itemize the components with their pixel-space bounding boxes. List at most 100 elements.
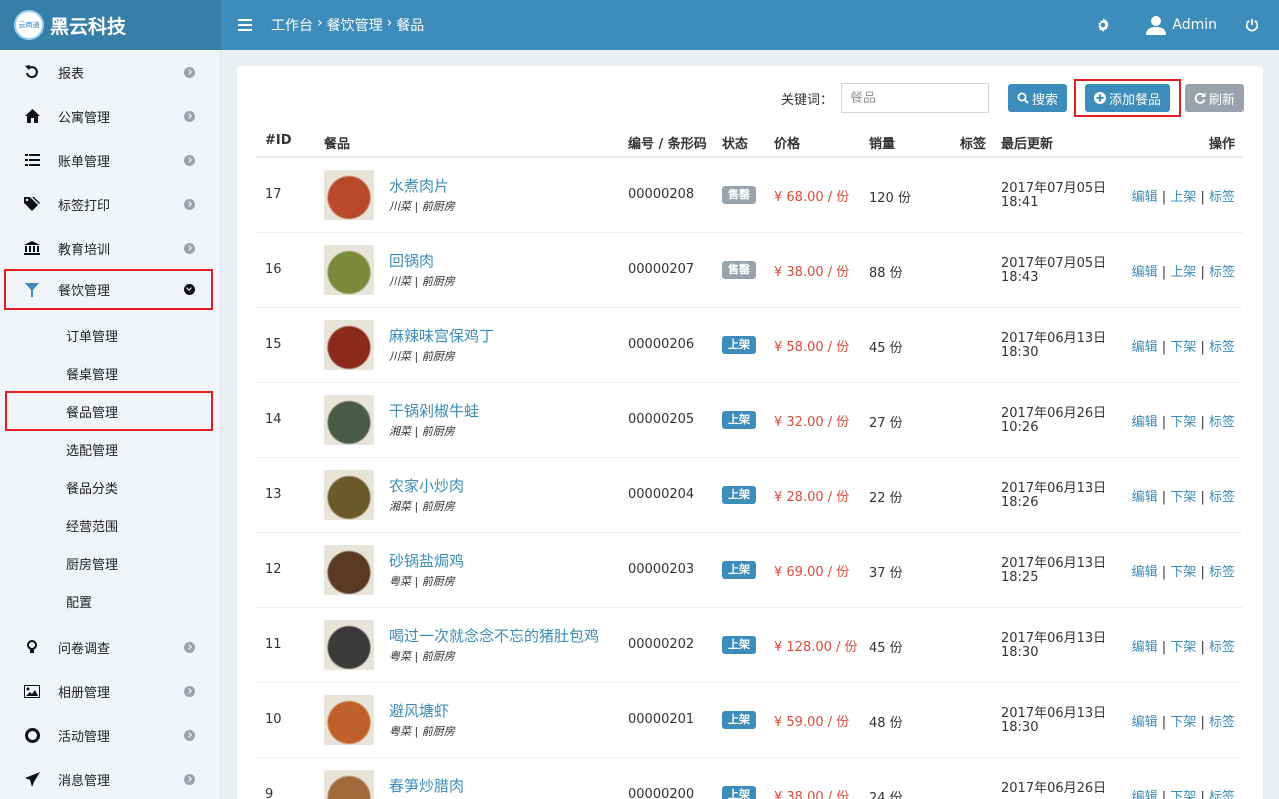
- sidebar-item-label: 相册管理: [58, 685, 111, 701]
- refresh-button[interactable]: 刷新: [1184, 84, 1244, 112]
- sidebar-item-education[interactable]: 教育培训: [0, 226, 221, 270]
- dish-thumbnail[interactable]: [324, 545, 374, 595]
- tag-link[interactable]: 标签: [1209, 190, 1235, 205]
- edit-link[interactable]: 编辑: [1132, 340, 1158, 355]
- dish-thumbnail[interactable]: [324, 620, 374, 670]
- user-menu[interactable]: Admin: [1146, 15, 1217, 35]
- shelf-toggle-link[interactable]: 下架: [1170, 415, 1196, 430]
- table-row: 12 砂锅盐焗鸡 粤菜 | 前厨房 00000203 上架 ¥ 69.00 / 份 37 份…: [256, 533, 1243, 608]
- dish-name-link[interactable]: 避风塘虾: [389, 700, 449, 721]
- shelf-toggle-link[interactable]: 上架: [1170, 190, 1196, 205]
- shelf-toggle-link[interactable]: 下架: [1170, 340, 1196, 355]
- dish-name-link[interactable]: 水煮肉片: [389, 175, 449, 196]
- sidebar-item-reports[interactable]: 报表: [0, 50, 221, 94]
- dish-sales: 24 份: [869, 791, 903, 799]
- dish-price: ¥ 32.00 / 份: [774, 415, 850, 430]
- shelf-toggle-link[interactable]: 下架: [1170, 640, 1196, 655]
- edit-link[interactable]: 编辑: [1132, 190, 1158, 205]
- logo[interactable]: 云商通 黑云科技: [0, 0, 221, 50]
- search-icon: [1017, 92, 1029, 104]
- tag-link[interactable]: 标签: [1209, 790, 1235, 799]
- dish-name-link[interactable]: 回锅肉: [389, 250, 434, 271]
- sidebar-item-events[interactable]: 活动管理: [0, 713, 221, 757]
- dish-name-link[interactable]: 喝过一次就念念不忘的猪肚包鸡: [389, 625, 599, 646]
- dish-name-link[interactable]: 春笋炒腊肉: [389, 775, 464, 796]
- sidebar-item-survey[interactable]: 问卷调查: [0, 625, 221, 669]
- row-actions: 编辑 | 下架 | 标签: [1132, 786, 1235, 799]
- sidebar-subitem-scope[interactable]: 经营范围: [0, 506, 221, 544]
- shelf-toggle-link[interactable]: 下架: [1170, 490, 1196, 505]
- sidebar-item-label: 报表: [58, 66, 85, 82]
- user-icon: [1146, 16, 1167, 35]
- dish-thumbnail[interactable]: [324, 395, 374, 445]
- breadcrumb-item[interactable]: 餐饮管理: [327, 15, 383, 35]
- menu-toggle-icon[interactable]: [238, 19, 252, 31]
- shelf-toggle-link[interactable]: 上架: [1170, 265, 1196, 280]
- search-button[interactable]: 搜索: [1007, 84, 1067, 112]
- updated-time: 18:25: [1001, 570, 1039, 585]
- refresh-icon: [1194, 92, 1206, 104]
- shelf-toggle-link[interactable]: 下架: [1170, 715, 1196, 730]
- updated-date: 2017年07月05日: [1001, 256, 1107, 271]
- dish-sales: 37 份: [869, 566, 903, 581]
- status-badge: 上架: [722, 486, 756, 504]
- add-dish-button[interactable]: 添加餐品: [1084, 84, 1170, 112]
- sidebar-item-album[interactable]: 相册管理: [0, 669, 221, 713]
- edit-link[interactable]: 编辑: [1132, 490, 1158, 505]
- edit-link[interactable]: 编辑: [1132, 265, 1158, 280]
- updated-time: 18:30: [1001, 720, 1039, 735]
- dish-name-link[interactable]: 农家小炒肉: [389, 475, 464, 496]
- tag-link[interactable]: 标签: [1209, 265, 1235, 280]
- sidebar-subitem-options[interactable]: 选配管理: [0, 430, 221, 468]
- sidebar-subitem-config[interactable]: 配置: [0, 582, 221, 620]
- edit-link[interactable]: 编辑: [1132, 415, 1158, 430]
- sidebar-subitem-kitchen[interactable]: 厨房管理: [0, 544, 221, 582]
- chevron-right-icon: [184, 66, 195, 78]
- power-icon[interactable]: [1245, 18, 1259, 32]
- sidebar-item-label-print[interactable]: 标签打印: [0, 182, 221, 226]
- dish-thumbnail[interactable]: [324, 695, 374, 745]
- gear-icon[interactable]: [1096, 18, 1110, 32]
- tag-link[interactable]: 标签: [1209, 490, 1235, 505]
- shelf-toggle-link[interactable]: 下架: [1170, 565, 1196, 580]
- dish-price: ¥ 38.00 / 份: [774, 790, 850, 799]
- tag-link[interactable]: 标签: [1209, 415, 1235, 430]
- edit-link[interactable]: 编辑: [1132, 790, 1158, 799]
- sidebar-item-messages[interactable]: 消息管理: [0, 757, 221, 799]
- search-input[interactable]: [840, 83, 989, 113]
- updated-date: 2017年06月13日: [1001, 331, 1107, 346]
- sidebar-item-apartment[interactable]: 公寓管理: [0, 94, 221, 138]
- shelf-toggle-link[interactable]: 下架: [1170, 790, 1196, 799]
- row-id: 15: [265, 337, 282, 352]
- keyword-label: 关键词：: [780, 92, 833, 108]
- col-tags: 标签: [960, 137, 987, 152]
- edit-link[interactable]: 编辑: [1132, 565, 1158, 580]
- sidebar-subitem-categories[interactable]: 餐品分类: [0, 468, 221, 506]
- dish-name-link[interactable]: 砂锅盐焗鸡: [389, 550, 464, 571]
- tag-link[interactable]: 标签: [1209, 565, 1235, 580]
- sidebar-item-catering[interactable]: 餐饮管理: [3, 268, 214, 311]
- updated-date: 2017年06月13日: [1001, 706, 1107, 721]
- tag-link[interactable]: 标签: [1209, 640, 1235, 655]
- sidebar-subitem-dishes[interactable]: 餐品管理: [4, 390, 214, 432]
- dish-name-link[interactable]: 干锅剁椒牛蛙: [389, 400, 479, 421]
- dish-thumbnail[interactable]: [324, 770, 374, 799]
- sidebar-subitem-tables[interactable]: 餐桌管理: [0, 354, 221, 392]
- tag-link[interactable]: 标签: [1209, 340, 1235, 355]
- dish-sales: 27 份: [869, 416, 903, 431]
- dish-thumbnail[interactable]: [324, 320, 374, 370]
- tag-link[interactable]: 标签: [1209, 715, 1235, 730]
- sidebar-subitem-orders[interactable]: 订单管理: [0, 316, 221, 354]
- edit-link[interactable]: 编辑: [1132, 640, 1158, 655]
- dish-thumbnail[interactable]: [324, 170, 374, 220]
- undo-icon: [24, 64, 40, 80]
- edit-link[interactable]: 编辑: [1132, 715, 1158, 730]
- dish-thumbnail[interactable]: [324, 245, 374, 295]
- dish-thumbnail[interactable]: [324, 470, 374, 520]
- sidebar-item-billing[interactable]: 账单管理: [0, 138, 221, 182]
- home-icon: [24, 108, 40, 124]
- breadcrumb-item[interactable]: 工作台: [271, 15, 313, 35]
- chevron-right-icon: [184, 154, 195, 166]
- dish-name-link[interactable]: 麻辣味宫保鸡丁: [389, 325, 494, 346]
- dish-code: 00000204: [628, 487, 695, 502]
